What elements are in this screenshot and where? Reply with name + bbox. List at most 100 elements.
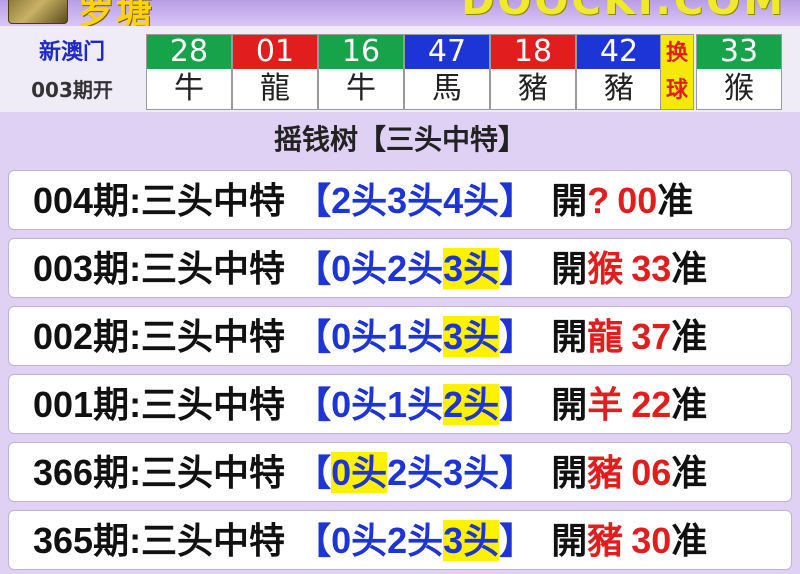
draw-ball-6-zodiac: 豬	[604, 71, 634, 106]
row-head-token: 【	[295, 248, 332, 289]
row-head-token: 0头	[331, 384, 388, 425]
row-head-token: 3头	[443, 452, 500, 493]
swap-ball-tag: 换球	[660, 34, 694, 110]
prediction-row-content: 001期:三头中特 【0头1头2头】 開羊 22准	[33, 383, 707, 427]
prediction-row-content: 004期:三头中特 【2头3头4头】 開? 00准	[33, 179, 693, 223]
row-open-label: 開	[551, 248, 588, 289]
draw-ball-5: 18 豬	[490, 34, 576, 110]
row-period: 002期:三头中特	[33, 316, 286, 357]
row-head-token: 3头	[443, 316, 500, 357]
draw-ball-2: 01 龍	[232, 34, 318, 110]
row-open-number: 00	[617, 180, 658, 221]
row-head-token: 【	[295, 520, 332, 561]
special-ball: 33 猴	[696, 34, 782, 110]
row-open-number: 33	[631, 248, 672, 289]
row-head-token: 0头	[331, 520, 388, 561]
row-open-number: 37	[631, 316, 672, 357]
draw-ball-6-number: 42	[577, 35, 661, 69]
draw-ball-1-number: 28	[147, 35, 231, 69]
row-head-token: 】	[499, 316, 536, 357]
draw-ball-2-number: 01	[233, 35, 317, 69]
site-logo-icon	[8, 0, 68, 24]
row-head-token: 】	[499, 452, 536, 493]
row-head-token: 4头	[443, 180, 500, 221]
row-accurate-label: 准	[671, 248, 708, 289]
row-heads: 【0头2头3头】	[295, 520, 535, 561]
prediction-row: 365期:三头中特 【0头2头3头】 開豬 30准	[8, 510, 792, 570]
row-period: 004期:三头中特	[33, 180, 286, 221]
draw-result-bar: 新澳门 003期开 28 牛 01 龍 16 牛 47 馬 18 豬 42 豬 33 猴 换球	[0, 26, 800, 113]
banner-right-text: DOOCKI.COM	[461, 0, 786, 24]
row-open-zodiac: 豬	[587, 520, 624, 561]
region-label: 新澳门	[38, 40, 105, 65]
row-head-token: 3头	[387, 180, 444, 221]
row-head-token: 【	[295, 452, 332, 493]
row-accurate-label: 准	[671, 316, 708, 357]
row-heads: 【0头2头3头】	[295, 248, 535, 289]
row-open-label: 開	[551, 452, 588, 493]
row-head-token: 】	[499, 520, 536, 561]
row-head-token: 0头	[331, 248, 388, 289]
row-head-token: 【	[295, 316, 332, 357]
row-accurate-label: 准	[671, 452, 708, 493]
row-open-zodiac: 猴	[587, 248, 624, 289]
row-head-token: 2头	[331, 180, 388, 221]
row-open-label: 開	[551, 384, 588, 425]
row-open-zodiac: 豬	[587, 452, 624, 493]
special-ball-zodiac: 猴	[724, 71, 754, 106]
row-head-token: 【	[295, 384, 332, 425]
prediction-row-content: 002期:三头中特 【0头1头3头】 開龍 37准	[33, 315, 707, 359]
row-head-token: 】	[499, 384, 536, 425]
draw-ball-3-number: 16	[319, 35, 403, 69]
row-head-token: 2头	[387, 520, 444, 561]
prediction-row: 001期:三头中特 【0头1头2头】 開羊 22准	[8, 374, 792, 434]
row-head-token: 1头	[387, 384, 444, 425]
prediction-row: 366期:三头中特 【0头2头3头】 開豬 06准	[8, 442, 792, 502]
draw-ball-4-zodiac: 馬	[432, 71, 462, 106]
site-banner: 罗塘 DOOCKI.COM	[0, 0, 800, 26]
row-period: 003期:三头中特	[33, 248, 286, 289]
row-open-zodiac: 羊	[587, 384, 624, 425]
row-open-number: 06	[631, 452, 672, 493]
row-open-label: 開	[551, 180, 588, 221]
row-head-token: 】	[499, 248, 536, 289]
row-accurate-label: 准	[657, 180, 694, 221]
row-open-zodiac: 龍	[587, 316, 624, 357]
prediction-row-content: 366期:三头中特 【0头2头3头】 開豬 06准	[33, 451, 707, 495]
row-heads: 【0头1头3头】	[295, 316, 535, 357]
row-period: 001期:三头中特	[33, 384, 286, 425]
draw-ball-1: 28 牛	[146, 34, 232, 110]
row-open-number: 22	[631, 384, 672, 425]
row-head-token: 2头	[387, 452, 444, 493]
row-head-token: 】	[499, 180, 536, 221]
row-period: 366期:三头中特	[33, 452, 286, 493]
draw-ball-4-number: 47	[405, 35, 489, 69]
row-head-token: 2头	[387, 248, 444, 289]
draw-ball-5-number: 18	[491, 35, 575, 69]
row-open-zodiac: ?	[587, 180, 610, 221]
prediction-row: 002期:三头中特 【0头1头3头】 開龍 37准	[8, 306, 792, 366]
row-head-token: 3头	[443, 248, 500, 289]
table-title: 摇钱树【三头中特】	[273, 123, 526, 156]
row-head-token: 2头	[443, 384, 500, 425]
draw-ball-5-zodiac: 豬	[518, 71, 548, 106]
prediction-table: 摇钱树【三头中特】 004期:三头中特 【2头3头4头】 開? 00准 003期:三头中…	[0, 112, 800, 574]
prediction-row: 004期:三头中特 【2头3头4头】 開? 00准	[8, 170, 792, 230]
draw-ball-1-zodiac: 牛	[174, 71, 204, 106]
special-ball-number: 33	[697, 35, 781, 69]
row-heads: 【2头3头4头】	[295, 180, 535, 221]
prediction-row: 003期:三头中特 【0头2头3头】 開猴 33准	[8, 238, 792, 298]
row-period: 365期:三头中特	[33, 520, 286, 561]
draw-ball-3-zodiac: 牛	[346, 71, 376, 106]
banner-left-text: 罗塘	[78, 0, 155, 26]
row-open-label: 開	[551, 316, 588, 357]
draw-ball-4: 47 馬	[404, 34, 490, 110]
row-accurate-label: 准	[671, 520, 708, 561]
draw-ball-2-zodiac: 龍	[260, 71, 290, 106]
row-head-token: 1头	[387, 316, 444, 357]
row-heads: 【0头1头2头】	[295, 384, 535, 425]
draw-ball-6: 42 豬	[576, 34, 662, 110]
row-open-number: 30	[631, 520, 672, 561]
row-accurate-label: 准	[671, 384, 708, 425]
row-head-token: 0头	[331, 316, 388, 357]
